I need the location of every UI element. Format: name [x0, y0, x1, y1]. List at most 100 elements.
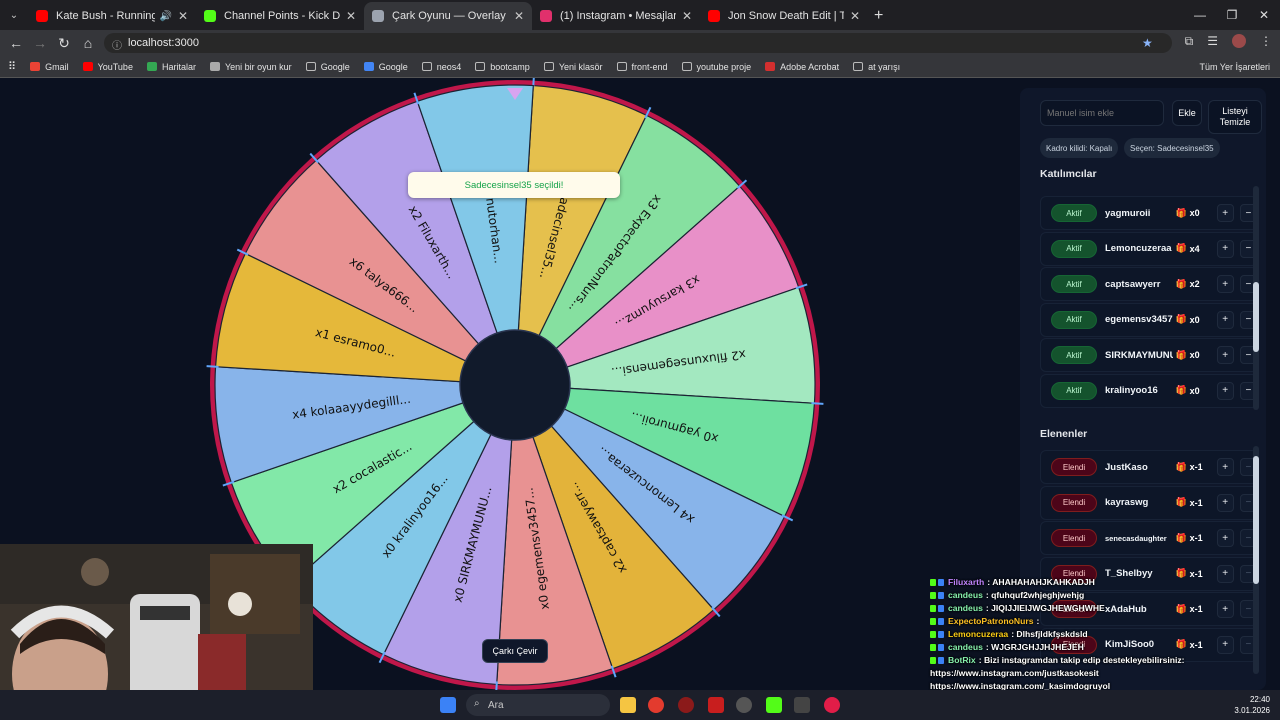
manual-name-input[interactable] — [1040, 100, 1164, 126]
bookmark-item[interactable]: Google — [305, 62, 350, 72]
tab-favicon-icon — [540, 10, 552, 22]
bookmark-item[interactable]: front-end — [616, 61, 668, 72]
back-icon[interactable]: ← — [4, 35, 28, 51]
taskbar-search[interactable]: ⌕ Ara — [466, 694, 610, 716]
increment-button[interactable]: + — [1216, 239, 1234, 258]
profile-avatar[interactable] — [1232, 34, 1246, 48]
chat-text: : — [1036, 616, 1040, 626]
bookmark-item[interactable]: bootcamp — [475, 62, 530, 72]
participant-name: SIRKMAYMUNU — [1105, 349, 1174, 361]
app-icon[interactable] — [678, 697, 694, 713]
bookmark-item[interactable]: Haritalar — [146, 62, 196, 72]
gift-icon: 🎁 — [1175, 314, 1187, 324]
media-icon[interactable]: ☰ — [1207, 34, 1218, 49]
increment-button[interactable]: + — [1216, 275, 1234, 293]
bookmark-item[interactable]: Yeni klasör — [543, 62, 603, 72]
bookmark-item[interactable]: Adobe Acrobat — [765, 62, 839, 72]
bookmark-item[interactable]: Gmail — [30, 62, 69, 72]
status-badge[interactable]: Elendi — [1051, 458, 1097, 476]
reload-icon[interactable]: ↻ — [52, 35, 76, 52]
platform-badge-icon — [938, 631, 944, 638]
apps-icon[interactable]: ⠿ — [8, 60, 16, 73]
close-window-icon[interactable]: ✕ — [1248, 0, 1280, 30]
bookmark-item[interactable]: at yarışı — [853, 62, 900, 72]
bookmark-item[interactable]: youtube proje — [681, 62, 751, 72]
chat-username: candeus — [948, 590, 983, 600]
browser-tab[interactable]: (1) Instagram • Mesajlar ✕ — [532, 2, 700, 30]
status-badge[interactable]: Aktif — [1051, 275, 1097, 293]
status-badge[interactable]: Aktif — [1051, 239, 1097, 258]
status-badge[interactable]: Elendi — [1051, 493, 1097, 512]
multiplier: x2 — [1189, 279, 1200, 289]
scroll-thumb[interactable] — [1253, 456, 1259, 584]
chat-link[interactable]: https://www.instagram.com/justkasokesit — [930, 667, 1280, 680]
browser-tab[interactable]: Jon Snow Death Edit | Traitor ✕ — [700, 2, 868, 30]
menu-icon[interactable]: ⋮ — [1260, 34, 1272, 49]
participant-name: Lemoncuzeraa — [1105, 243, 1172, 254]
lock-status-pill[interactable]: Kadro kilidi: Kapalı — [1040, 138, 1119, 158]
extensions-icon[interactable]: ⧉ — [1185, 34, 1194, 49]
browser-tab[interactable]: Kate Bush - Running Up Th🔊 ✕ — [28, 2, 196, 30]
speaker-icon[interactable]: 🔊 — [159, 11, 171, 22]
terminal-icon[interactable] — [794, 697, 810, 713]
site-info-icon[interactable]: ⓘ — [112, 37, 122, 52]
status-badge[interactable]: Aktif — [1051, 346, 1097, 364]
all-bookmarks[interactable]: Tüm Yer İşaretleri — [1184, 62, 1270, 72]
bookmark-item[interactable]: neos4 — [421, 62, 461, 72]
chrome-icon[interactable] — [648, 697, 664, 713]
browser-tab[interactable]: Channel Points - Kick Dashboar ✕ — [196, 2, 364, 30]
wheel-hub[interactable] — [459, 329, 571, 441]
increment-button[interactable]: + — [1216, 458, 1234, 476]
home-icon[interactable]: ⌂ — [76, 35, 100, 51]
status-badge[interactable]: Aktif — [1051, 381, 1097, 400]
tab-title: Çark Oyunu — Overlay — [392, 10, 506, 22]
maximize-icon[interactable]: ❐ — [1216, 0, 1248, 30]
platform-badge-icon — [938, 592, 944, 599]
increment-button[interactable]: + — [1216, 493, 1234, 512]
add-button[interactable]: Ekle — [1172, 100, 1202, 126]
participant-row: Aktif SIRKMAYMUNU 🎁 x0 + − — [1040, 338, 1258, 372]
app-icon[interactable] — [736, 697, 752, 713]
file-explorer-icon[interactable] — [620, 697, 636, 713]
windows-start-icon[interactable] — [440, 697, 456, 713]
close-tab-icon[interactable]: ✕ — [178, 9, 188, 23]
minimize-icon[interactable]: — — [1184, 0, 1216, 30]
system-clock[interactable]: 22:40 3.01.2026 — [1234, 694, 1270, 716]
tab-search-button[interactable]: ⌄ — [0, 0, 28, 30]
browser-tab[interactable]: Çark Oyunu — Overlay ✕ — [364, 2, 532, 30]
close-tab-icon[interactable]: ✕ — [514, 9, 524, 23]
kick-badge-icon — [930, 644, 936, 651]
gift-icon: 🎁 — [1175, 385, 1187, 395]
status-badge[interactable]: Elendi — [1051, 529, 1097, 547]
bookmark-item[interactable]: Yeni bir oyun kur — [209, 62, 292, 72]
new-tab-button[interactable]: + — [874, 2, 883, 30]
clear-list-button[interactable]: Listeyi Temizle — [1208, 100, 1262, 134]
bookmark-label: front-end — [631, 61, 668, 72]
increment-button[interactable]: + — [1216, 381, 1234, 400]
bookmark-item[interactable]: Google — [363, 62, 408, 72]
scroll-thumb[interactable] — [1253, 282, 1259, 352]
address-bar[interactable]: ⓘ localhost:3000 — [104, 33, 1172, 53]
tab-favicon-icon — [708, 10, 720, 22]
forward-icon[interactable]: → — [28, 35, 52, 51]
app-icon[interactable] — [708, 697, 724, 713]
participants-scrollbar[interactable] — [1253, 186, 1259, 410]
maps-icon[interactable] — [824, 697, 840, 713]
increment-button[interactable]: + — [1216, 204, 1234, 222]
spin-button[interactable]: Çarkı Çevir — [482, 639, 548, 663]
chat-message: candeus: WJGRJGHJJHJHEJEH — [930, 641, 1280, 654]
increment-button[interactable]: + — [1216, 310, 1234, 329]
gift-icon: 🎁 — [1175, 349, 1187, 360]
gift-icon: 🎁 — [1175, 497, 1187, 507]
bookmark-item[interactable]: YouTube — [82, 62, 133, 72]
status-badge[interactable]: Aktif — [1051, 204, 1097, 222]
increment-button[interactable]: + — [1216, 346, 1234, 364]
kick-icon[interactable] — [766, 697, 782, 713]
bookmark-star-icon[interactable]: ★ — [1142, 36, 1153, 50]
increment-button[interactable]: + — [1216, 529, 1234, 547]
close-tab-icon[interactable]: ✕ — [682, 9, 692, 23]
close-tab-icon[interactable]: ✕ — [850, 9, 860, 23]
chat-username: ExpectoPatronoNurs — [948, 616, 1034, 626]
close-tab-icon[interactable]: ✕ — [346, 9, 356, 23]
status-badge[interactable]: Aktif — [1051, 310, 1097, 329]
